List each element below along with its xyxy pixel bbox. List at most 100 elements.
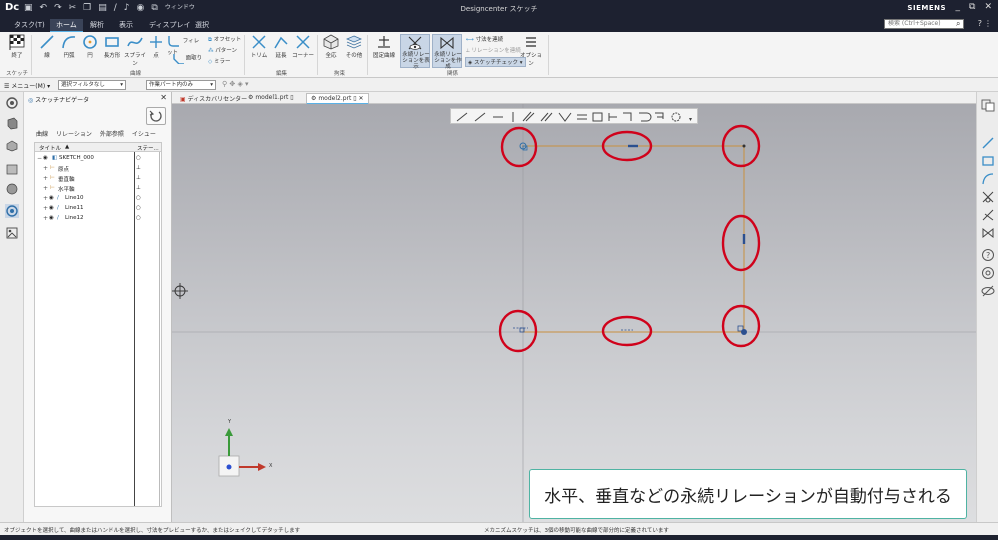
more-icon[interactable]: ⋮ <box>984 19 992 28</box>
arc-button[interactable]: 円弧 <box>58 34 80 59</box>
options-button[interactable]: オプション <box>518 34 544 67</box>
tree-row[interactable]: + ⊢ 水平軸 ⊥ <box>35 184 161 194</box>
chamfer-button[interactable]: 面取り <box>170 52 204 65</box>
show-relations-button[interactable]: 永続リレーションを表示 <box>400 34 430 70</box>
minimize-icon[interactable]: _ <box>956 2 961 12</box>
sketch-navigator-icon[interactable] <box>5 204 19 218</box>
eye-icon[interactable]: ◉ <box>49 215 54 221</box>
shake-tool-icon[interactable] <box>671 112 681 122</box>
close-icon[interactable]: ✕ <box>984 2 992 12</box>
sort-icon[interactable]: ▲ <box>65 144 69 150</box>
menu-button[interactable]: ☰ メニュー(M) ▾ <box>4 81 50 90</box>
equal-tool-icon[interactable] <box>577 114 587 120</box>
fixed-tool-icon[interactable] <box>639 112 652 122</box>
eye-icon[interactable]: ◉ <box>49 195 54 201</box>
paste-icon[interactable]: ▤ <box>98 3 107 13</box>
coincident-tool-icon[interactable] <box>456 112 468 122</box>
search-input[interactable]: 検索 (Ctrl+Space) <box>884 19 964 29</box>
expand-icon[interactable]: + <box>43 165 48 172</box>
column-title[interactable]: タイトル <box>39 144 61 152</box>
snap-icons[interactable]: ⚲ ✥ ◈ ▾ <box>222 80 249 88</box>
arc-tool-icon[interactable] <box>981 172 995 186</box>
constraint-navigator-icon[interactable] <box>5 162 19 176</box>
selection-filter-dropdown[interactable]: 選択フィルタなし ▾ <box>58 80 126 90</box>
relation-display-icon[interactable] <box>981 190 995 204</box>
history-icon[interactable] <box>981 98 995 112</box>
tab-view[interactable]: 表示 <box>113 19 139 31</box>
continuous-dimension-button[interactable]: ⟷ 寸法を連続 <box>466 35 503 43</box>
corner-button[interactable]: コーナー <box>292 34 314 59</box>
finish-button[interactable]: 終了 <box>6 34 28 59</box>
cut-icon[interactable]: ✂ <box>69 3 77 13</box>
point-button[interactable]: 点 <box>148 34 164 59</box>
tab-issues[interactable]: イシュー <box>132 129 156 138</box>
rectangle-tool-icon[interactable] <box>592 112 603 122</box>
mirror-button[interactable]: ◇ ミラー <box>208 57 231 65</box>
gallery-icon[interactable] <box>5 226 19 240</box>
more-constraints-button[interactable]: その他 <box>343 34 365 59</box>
tree-row[interactable]: + ◉ ∕ Line12 ○ <box>35 214 161 224</box>
parallel-tool-icon[interactable] <box>540 112 553 122</box>
restore-icon[interactable]: ⧉ <box>969 2 975 12</box>
expand-icon[interactable]: + <box>43 185 48 192</box>
tab-task[interactable]: タスク(T) <box>8 19 51 31</box>
extend-button[interactable]: 延長 <box>270 34 292 59</box>
expand-icon[interactable]: + <box>43 175 48 182</box>
target-icon[interactable] <box>981 266 995 280</box>
line-button[interactable]: 線 <box>36 34 58 59</box>
circle-button[interactable]: 円 <box>80 34 100 59</box>
column-status[interactable]: ステー... <box>137 144 159 152</box>
tab-select[interactable]: 選択 <box>189 19 215 31</box>
offset-button[interactable]: ⧉ オフセット <box>208 35 241 44</box>
auto-constraint-button[interactable]: 全応 <box>320 34 342 59</box>
eye-icon[interactable]: ◉ <box>43 155 48 161</box>
expand-icon[interactable]: + <box>43 195 48 202</box>
tree-row[interactable]: − ◉ ◧ SKETCH_000 ○ <box>35 154 161 164</box>
selection-scope-dropdown[interactable]: 作業パート内のみ ▾ <box>146 80 216 90</box>
toolbar-dropdown-icon[interactable]: ▾ <box>689 116 692 123</box>
tangent-tool-icon[interactable] <box>522 111 535 122</box>
tab-external-references[interactable]: 外部参照 <box>100 129 124 138</box>
bowtie-tool-icon[interactable] <box>981 226 995 240</box>
redo-icon[interactable]: ↷ <box>54 3 62 13</box>
rectangle-tool-icon[interactable] <box>981 154 995 168</box>
mic-icon[interactable]: ♪ <box>124 3 130 13</box>
line-tool-icon[interactable] <box>981 136 995 150</box>
tree-row[interactable]: + ⊢ 垂直軸 ⊥ <box>35 174 161 184</box>
tab-discovery-center[interactable]: ▣ ディスカバリセンター <box>176 93 251 104</box>
fully-fixed-tool-icon[interactable] <box>655 112 664 119</box>
tree-row[interactable]: + ⊢ 原点 ⊥ <box>35 164 161 174</box>
search-icon[interactable]: ⌕ <box>956 19 960 29</box>
window-icon[interactable]: ⧉ <box>151 3 157 13</box>
point-on-curve-tool-icon[interactable] <box>474 112 486 122</box>
help-icon[interactable]: ? <box>978 19 982 28</box>
tree-row[interactable]: + ◉ ∕ Line11 ○ <box>35 204 161 214</box>
expand-icon[interactable]: + <box>43 215 48 222</box>
help-circle-icon[interactable]: ? <box>981 248 995 262</box>
collapse-icon[interactable]: − <box>37 155 42 162</box>
fixed-curve-button[interactable]: 固定曲線 <box>369 34 399 59</box>
part-navigator-icon[interactable] <box>5 116 19 130</box>
create-relations-button[interactable]: 永続リレーションを作成 <box>432 34 462 70</box>
tab-analysis[interactable]: 解析 <box>84 19 110 31</box>
eye-icon[interactable]: ◉ <box>49 205 54 211</box>
undo-button[interactable] <box>146 107 166 125</box>
copy-icon[interactable]: ❐ <box>83 3 91 13</box>
midpoint-tool-icon[interactable] <box>608 113 617 121</box>
trim-button[interactable]: トリム <box>248 34 270 59</box>
save-icon[interactable]: ▣ <box>24 3 33 13</box>
undo-icon[interactable]: ↶ <box>40 3 48 13</box>
rectangle-button[interactable]: 長方形 <box>101 34 123 59</box>
tree-row[interactable]: + ◉ ∕ Line10 ○ <box>35 194 161 204</box>
window-menu[interactable]: ウィンドウ <box>165 3 195 13</box>
hidden-eye-icon[interactable] <box>981 284 995 298</box>
graphics-window[interactable]: Y X <box>172 104 976 522</box>
spline-button[interactable]: スプライン <box>123 34 147 67</box>
pattern-button[interactable]: ⁂ パターン <box>208 46 237 54</box>
pen-icon[interactable]: ∕ <box>114 3 117 13</box>
tab-relations[interactable]: リレーション <box>56 129 92 138</box>
perpendicular-tool-icon[interactable] <box>558 112 572 122</box>
close-tab-icon[interactable]: ✕ <box>359 95 364 102</box>
assembly-icon[interactable] <box>5 138 19 152</box>
sphere-icon[interactable] <box>5 182 19 196</box>
